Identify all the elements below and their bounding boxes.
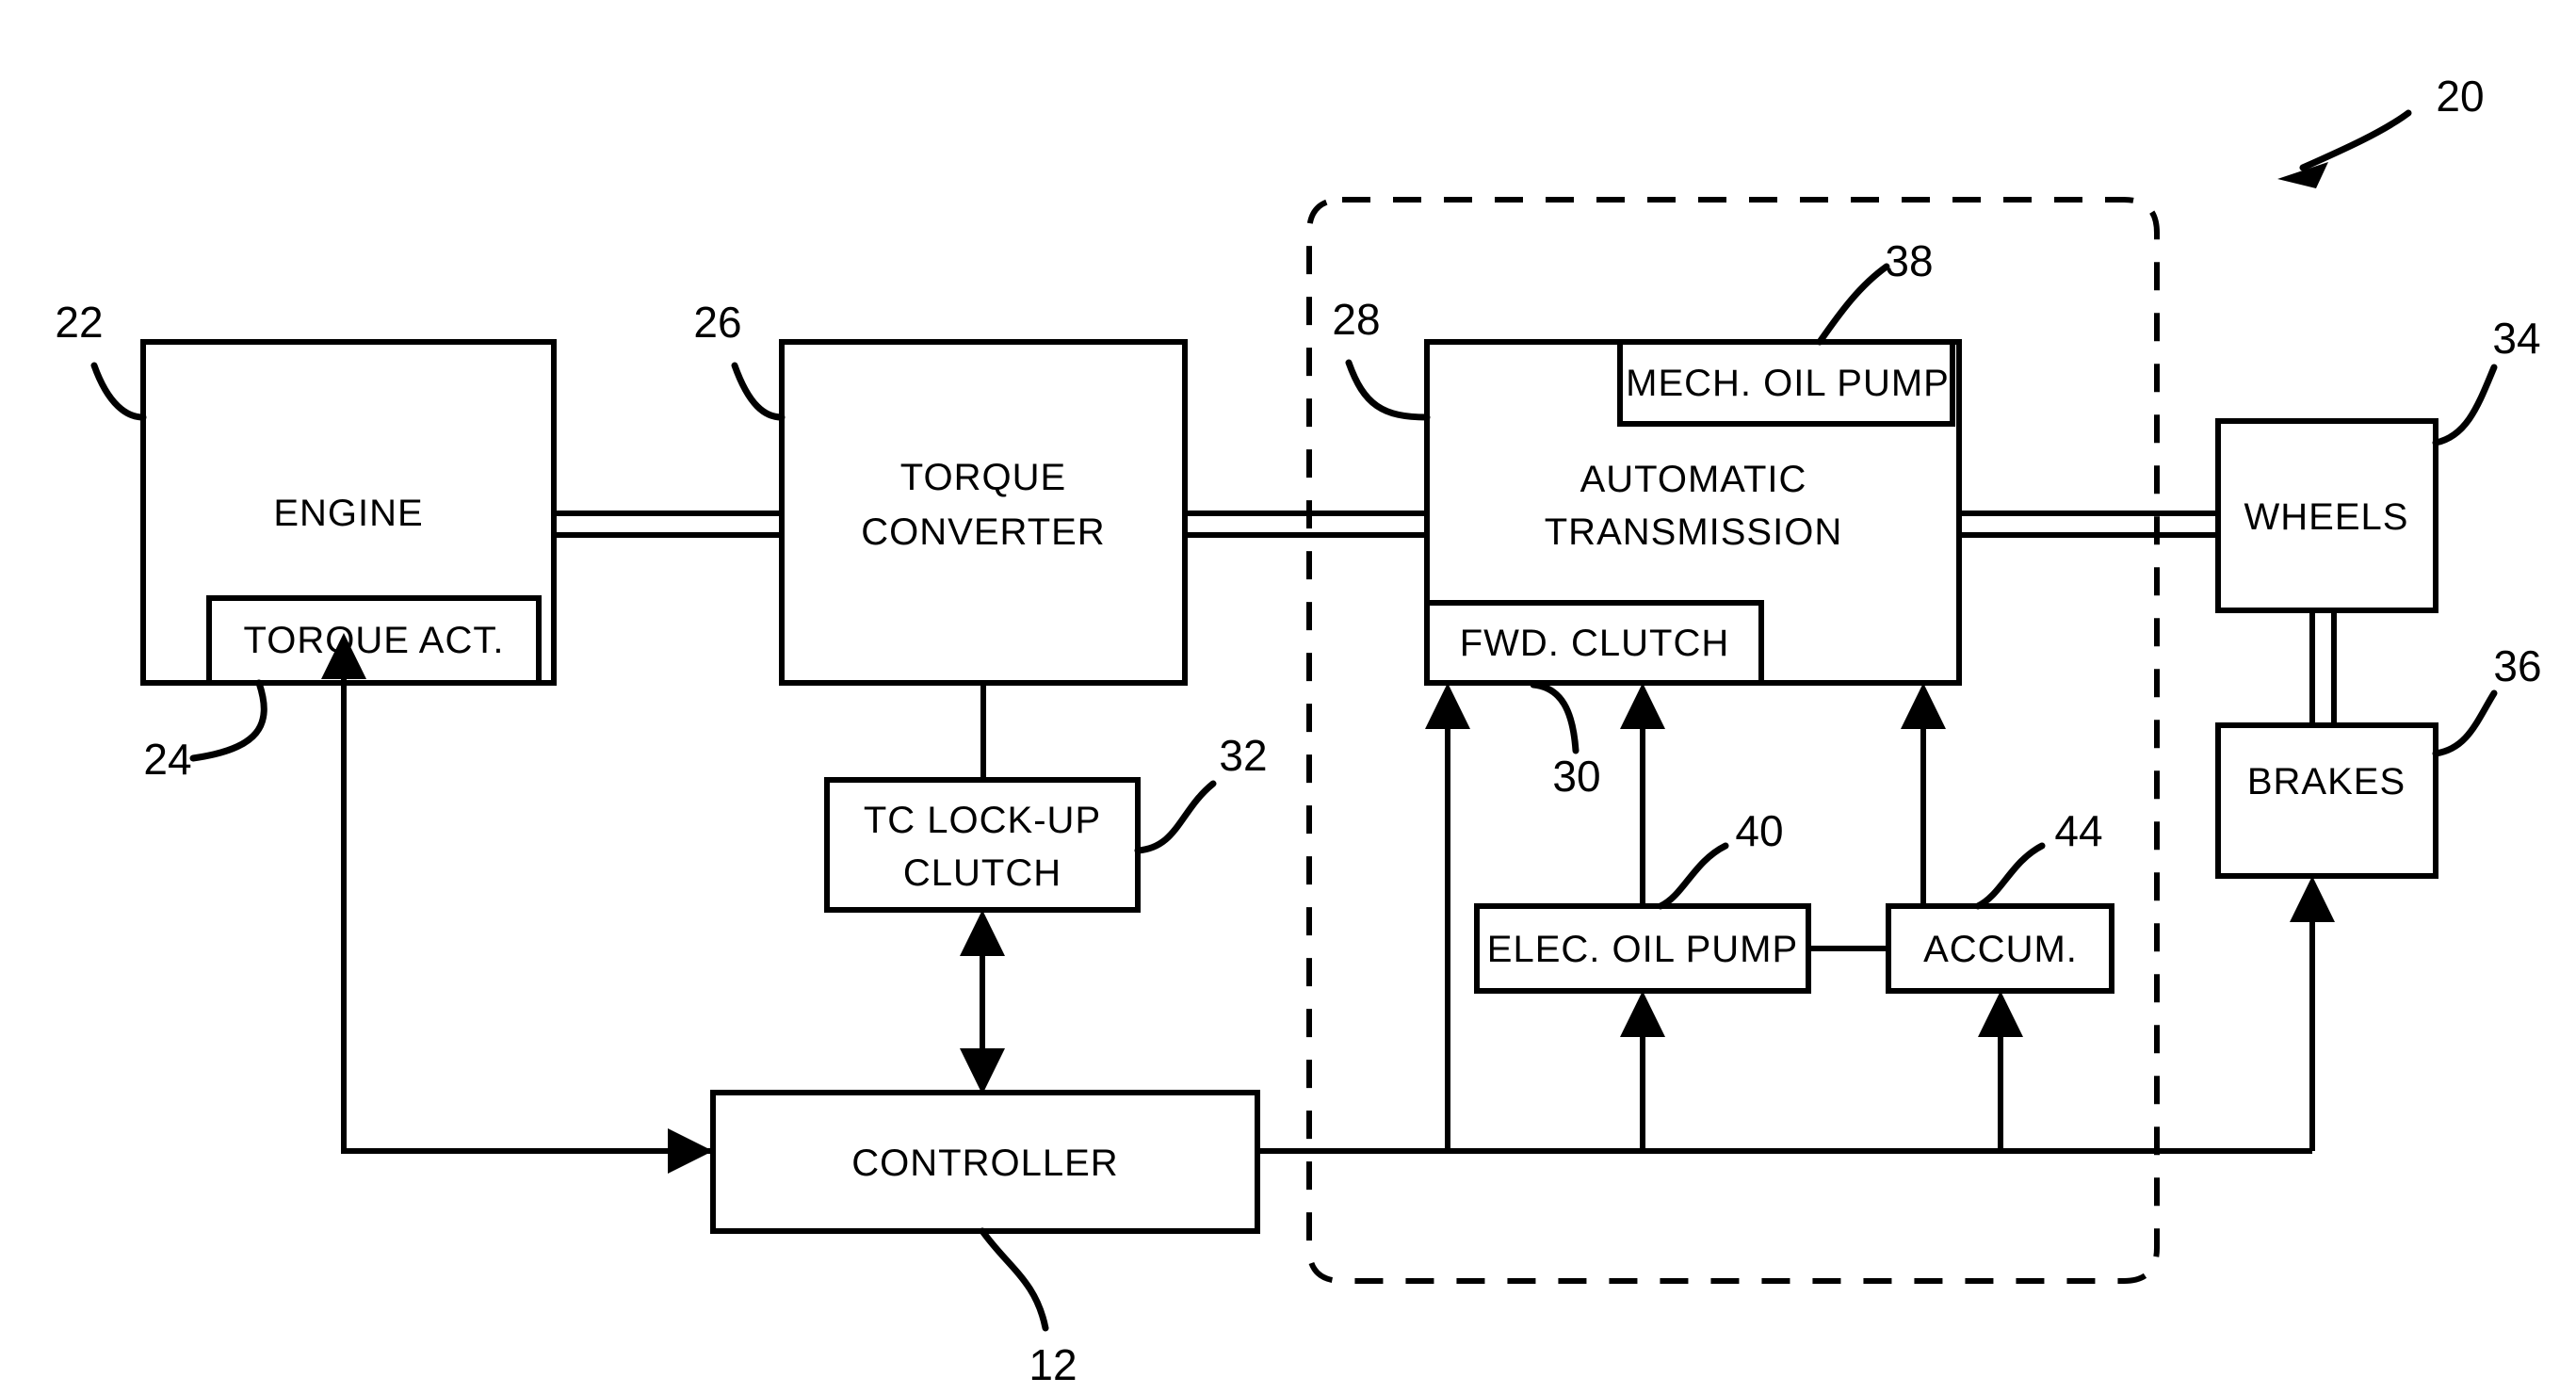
leader-26 xyxy=(731,362,786,421)
controller-to-torque-act-path xyxy=(341,659,713,1154)
brakes-label: BRAKES xyxy=(2247,761,2406,802)
ref-12: 12 xyxy=(1029,1340,1077,1389)
ref-34: 34 xyxy=(2492,314,2540,363)
arrowhead-brakes xyxy=(2290,876,2335,922)
ref-32: 32 xyxy=(1219,731,1267,780)
leader-22 xyxy=(90,362,147,421)
ref-22: 22 xyxy=(55,298,103,347)
tc-lockup-label-2: CLUTCH xyxy=(903,852,1061,894)
ref-40: 40 xyxy=(1735,806,1783,855)
automatic-transmission-label-1: AUTOMATIC xyxy=(1580,459,1807,500)
arrowhead-controller-in xyxy=(668,1128,713,1174)
leader-34 xyxy=(2432,364,2498,446)
ref-20: 20 xyxy=(2436,72,2484,121)
mech-oil-pump-label: MECH. OIL PUMP xyxy=(1626,363,1950,404)
controller-label: CONTROLLER xyxy=(851,1143,1118,1184)
ref-24: 24 xyxy=(143,735,191,784)
elec-oil-pump-label: ELEC. OIL PUMP xyxy=(1487,929,1798,970)
tc-lockup-label-1: TC LOCK-UP xyxy=(864,800,1101,841)
torque-actuator-label: TORQUE ACT. xyxy=(244,620,505,661)
ref-28: 28 xyxy=(1332,295,1380,344)
arrowhead-accum-to-transmission xyxy=(1901,683,1946,729)
leader-38 xyxy=(1816,263,1890,346)
arrowhead-pump-to-transmission xyxy=(1620,683,1665,729)
leader-36 xyxy=(2432,689,2498,757)
fwd-clutch-label: FWD. CLUTCH xyxy=(1460,623,1730,664)
wheels-label: WHEELS xyxy=(2244,496,2409,538)
arrowhead-accum xyxy=(1978,991,2023,1037)
ref-26: 26 xyxy=(693,298,741,347)
figure-canvas: ENGINE 22 TORQUE ACT. 24 TORQUE CONVERTE… xyxy=(0,0,2576,1394)
arrowhead-fwd-clutch xyxy=(1425,683,1470,729)
arrowhead-down-controller xyxy=(960,1048,1005,1094)
accumulator-label: ACCUM. xyxy=(1923,929,2078,970)
engine-label: ENGINE xyxy=(273,493,423,534)
leader-44 xyxy=(1974,842,2046,910)
leader-12 xyxy=(979,1227,1049,1332)
ref-44: 44 xyxy=(2054,806,2102,855)
ref-36: 36 xyxy=(2493,641,2541,690)
torque-converter-label-2: CONVERTER xyxy=(861,511,1105,553)
leader-30 xyxy=(1530,681,1580,754)
leader-24 xyxy=(189,679,267,762)
ref-30: 30 xyxy=(1552,752,1600,801)
ref-38: 38 xyxy=(1885,236,1933,285)
leader-28 xyxy=(1345,359,1431,421)
arrowhead-up-lockup xyxy=(960,910,1005,956)
arrowhead-elec-oil-pump xyxy=(1620,991,1665,1037)
torque-converter-label-1: TORQUE xyxy=(900,457,1066,498)
leader-32 xyxy=(1134,780,1217,854)
automatic-transmission-label-2: TRANSMISSION xyxy=(1545,511,1842,553)
leader-20 xyxy=(2299,109,2412,171)
leader-40 xyxy=(1657,842,1729,910)
